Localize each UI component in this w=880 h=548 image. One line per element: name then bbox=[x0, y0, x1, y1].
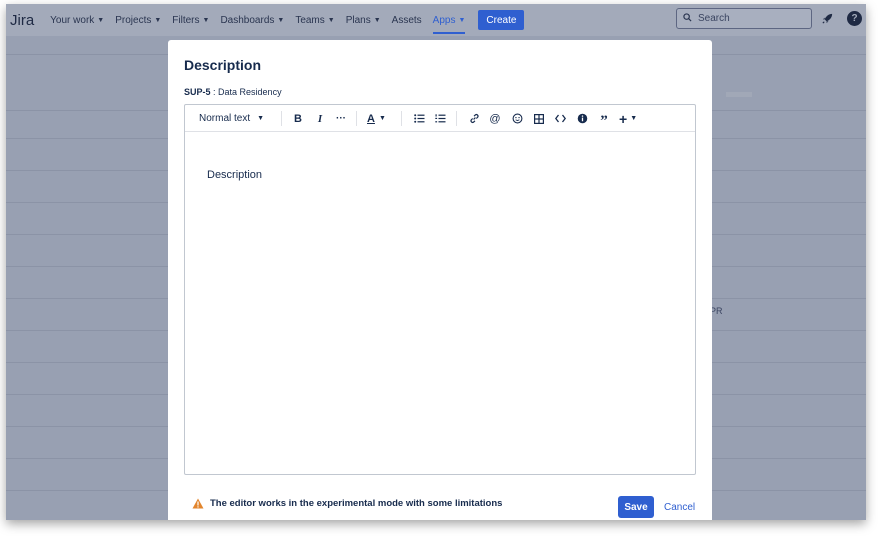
issue-separator: : bbox=[210, 87, 219, 97]
warning-icon bbox=[192, 498, 204, 509]
emoji-icon[interactable] bbox=[510, 105, 524, 132]
top-navigation: Jira Your work ▼ Projects ▼ Filters ▼ Dashb… bbox=[6, 4, 866, 36]
search-input[interactable] bbox=[698, 13, 798, 24]
notifications-rocket-icon[interactable] bbox=[820, 11, 835, 26]
bullet-list-icon[interactable] bbox=[412, 105, 426, 132]
chevron-down-icon: ▼ bbox=[154, 16, 162, 24]
chevron-down-icon: ▼ bbox=[373, 16, 381, 24]
chevron-down-icon: ▼ bbox=[257, 115, 265, 122]
toolbar-divider bbox=[401, 111, 402, 126]
nav-menu: Your work ▼ Projects ▼ Filters ▼ Dashboards… bbox=[50, 4, 525, 36]
cancel-button[interactable]: Cancel bbox=[664, 496, 695, 518]
text-color-dropdown[interactable]: A ▼ bbox=[367, 105, 386, 132]
description-modal: Description SUP-5 : Data Residency Norma… bbox=[168, 40, 712, 520]
warning-text: The editor works in the experimental mod… bbox=[210, 498, 503, 509]
nav-filters[interactable]: Filters ▼ bbox=[172, 4, 209, 36]
table-icon[interactable] bbox=[532, 105, 546, 132]
rich-text-editor[interactable]: Normal text ▼ B I ··· A ▼ @ ” + ▼ Descri… bbox=[184, 104, 696, 475]
app-window: Jira Your work ▼ Projects ▼ Filters ▼ Dashb… bbox=[6, 4, 866, 520]
toolbar-divider bbox=[456, 111, 457, 126]
code-icon[interactable] bbox=[553, 105, 567, 132]
chevron-down-icon: ▼ bbox=[458, 16, 466, 24]
quote-icon[interactable]: ” bbox=[597, 105, 611, 132]
help-icon[interactable]: ? bbox=[847, 11, 862, 26]
issue-key[interactable]: SUP-5 bbox=[184, 87, 211, 97]
jira-logo[interactable]: Jira bbox=[10, 12, 34, 29]
chevron-down-icon: ▼ bbox=[378, 115, 386, 122]
save-button[interactable]: Save bbox=[618, 496, 654, 518]
nav-projects[interactable]: Projects ▼ bbox=[115, 4, 161, 36]
nav-your-work[interactable]: Your work ▼ bbox=[50, 4, 104, 36]
search-box[interactable] bbox=[676, 8, 812, 29]
modal-title: Description bbox=[184, 57, 262, 73]
plus-icon: + bbox=[619, 110, 628, 127]
nav-assets[interactable]: Assets bbox=[392, 4, 422, 36]
editor-toolbar: Normal text ▼ B I ··· A ▼ @ ” + ▼ bbox=[185, 105, 695, 132]
chevron-down-icon: ▼ bbox=[277, 16, 285, 24]
editor-content[interactable]: Description bbox=[207, 169, 262, 181]
search-icon bbox=[683, 13, 692, 24]
toolbar-divider bbox=[281, 111, 282, 126]
issue-title: Data Residency bbox=[218, 87, 282, 97]
more-formatting-icon[interactable]: ··· bbox=[334, 105, 348, 132]
chevron-down-icon: ▼ bbox=[202, 16, 210, 24]
chevron-down-icon: ▼ bbox=[630, 115, 638, 122]
nav-dashboards[interactable]: Dashboards ▼ bbox=[220, 4, 284, 36]
chevron-down-icon: ▼ bbox=[327, 16, 335, 24]
chevron-down-icon: ▼ bbox=[97, 16, 105, 24]
nav-apps[interactable]: Apps ▼ bbox=[432, 4, 466, 36]
mention-icon[interactable]: @ bbox=[488, 105, 502, 132]
text-color-icon: A bbox=[367, 112, 375, 125]
text-style-dropdown[interactable]: Normal text ▼ bbox=[199, 105, 264, 132]
nav-plans[interactable]: Plans ▼ bbox=[346, 4, 381, 36]
italic-icon[interactable]: I bbox=[313, 105, 327, 132]
issue-reference: SUP-5 : Data Residency bbox=[184, 87, 282, 97]
bold-icon[interactable]: B bbox=[291, 105, 305, 132]
link-icon[interactable] bbox=[467, 105, 481, 132]
info-panel-icon[interactable] bbox=[575, 105, 589, 132]
create-button[interactable]: Create bbox=[478, 10, 525, 30]
insert-dropdown[interactable]: + ▼ bbox=[619, 105, 637, 132]
nav-teams[interactable]: Teams ▼ bbox=[295, 4, 334, 36]
background-placeholder-bar bbox=[726, 92, 752, 97]
numbered-list-icon[interactable] bbox=[433, 105, 447, 132]
experimental-warning: The editor works in the experimental mod… bbox=[192, 498, 502, 509]
toolbar-divider bbox=[356, 111, 357, 126]
